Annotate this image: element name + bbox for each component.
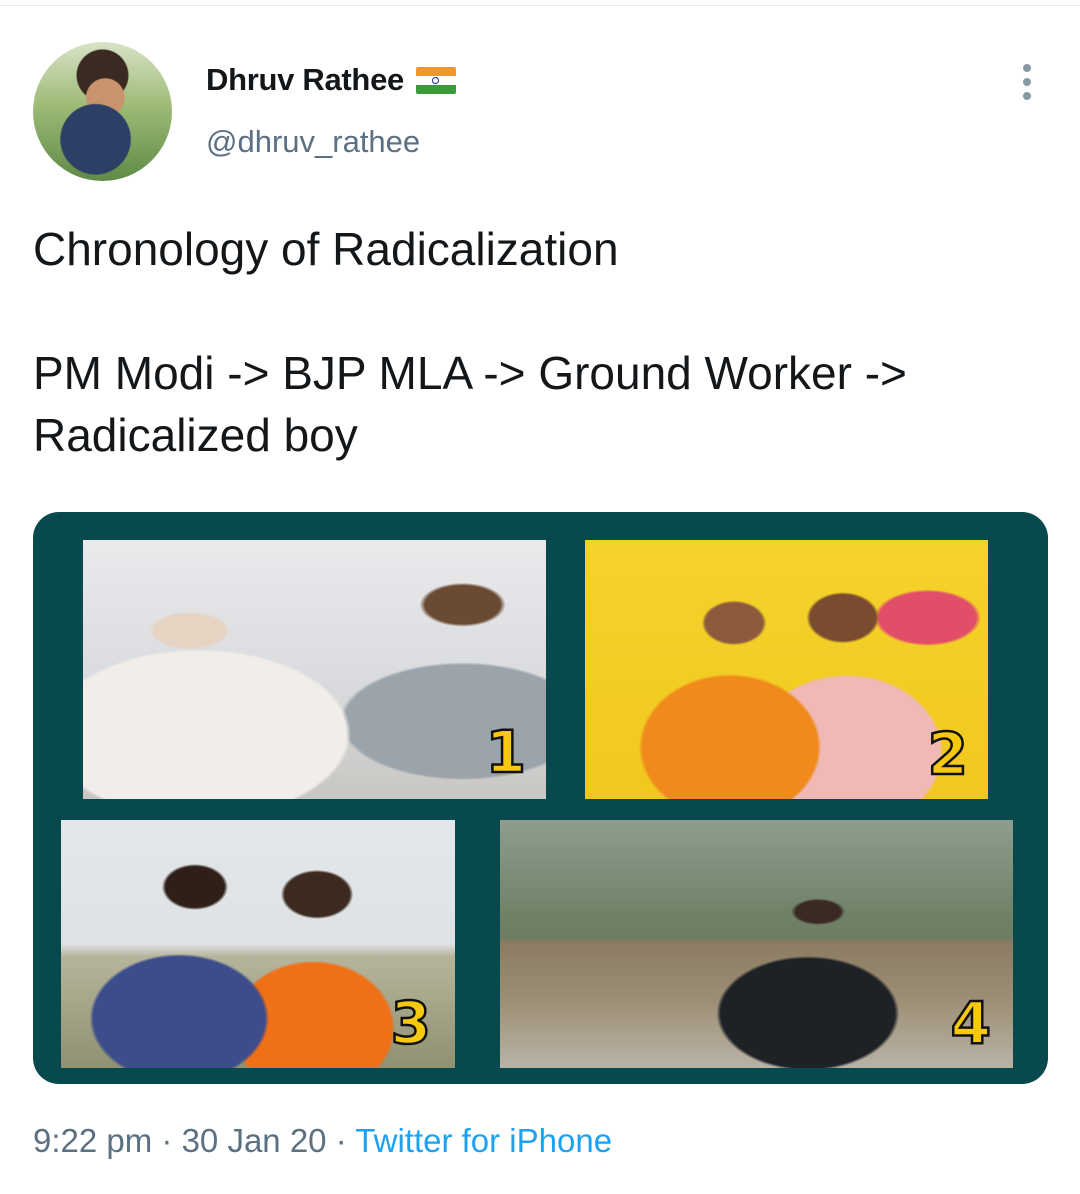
- display-name[interactable]: Dhruv Rathee: [206, 62, 404, 98]
- panel-number: 4: [949, 989, 992, 1057]
- meta-separator: ·: [152, 1122, 182, 1159]
- meta-separator: ·: [326, 1122, 356, 1159]
- image-panel-4: 4: [500, 820, 1013, 1068]
- panel-number: 3: [389, 989, 432, 1057]
- image-panel-3: 3: [61, 820, 455, 1068]
- india-flag-icon: [415, 66, 456, 94]
- panel-number: 1: [484, 718, 527, 786]
- image-panel-1: 1: [83, 540, 546, 799]
- image-panel-2: 2: [585, 540, 988, 799]
- panel-number: 2: [926, 720, 969, 788]
- tweet-text: Chronology of Radicalization PM Modi -> …: [33, 223, 907, 461]
- tweet-media-image[interactable]: 1 2 3 4: [33, 512, 1048, 1084]
- tweet-meta: 9:22 pm · 30 Jan 20 · Twitter for iPhone: [33, 1122, 612, 1160]
- author-name-row[interactable]: Dhruv Rathee: [206, 60, 456, 100]
- user-handle[interactable]: @dhruv_rathee: [206, 124, 420, 160]
- tweet-date[interactable]: 30 Jan 20: [182, 1122, 327, 1159]
- tweet-time[interactable]: 9:22 pm: [33, 1122, 152, 1159]
- top-divider: [0, 0, 1080, 6]
- tweet-source-link[interactable]: Twitter for iPhone: [355, 1122, 612, 1159]
- more-options-icon[interactable]: [1012, 62, 1042, 102]
- avatar[interactable]: [33, 42, 172, 181]
